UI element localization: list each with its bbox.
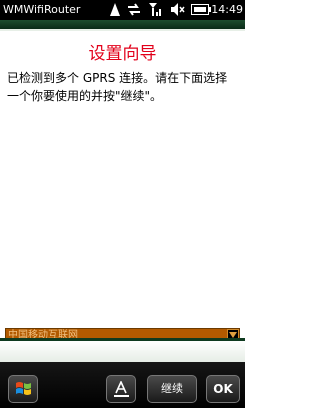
- keyboard-icon: [114, 381, 129, 397]
- title-bar: WMWifiRouter 14:49: [0, 0, 245, 20]
- keyboard-button[interactable]: [106, 375, 136, 403]
- windows-start-icon: [16, 382, 31, 395]
- ok-button[interactable]: OK: [206, 375, 240, 403]
- start-button[interactable]: [8, 375, 38, 403]
- page-title: 设置向导: [88, 44, 157, 64]
- app-title: WMWifiRouter: [3, 3, 81, 16]
- softkey-bar-divider: [0, 338, 245, 362]
- instruction-text: 已检测到多个 GPRS 连接。请在下面选择一个你要使用的并按"继续"。: [7, 71, 228, 103]
- clock: 14:49: [211, 3, 243, 16]
- header-band: [0, 20, 245, 29]
- continue-button[interactable]: 继续: [147, 375, 197, 403]
- wizard-content: 设置向导 已检测到多个 GPRS 连接。请在下面选择一个你要使用的并按"继续"。…: [0, 31, 245, 342]
